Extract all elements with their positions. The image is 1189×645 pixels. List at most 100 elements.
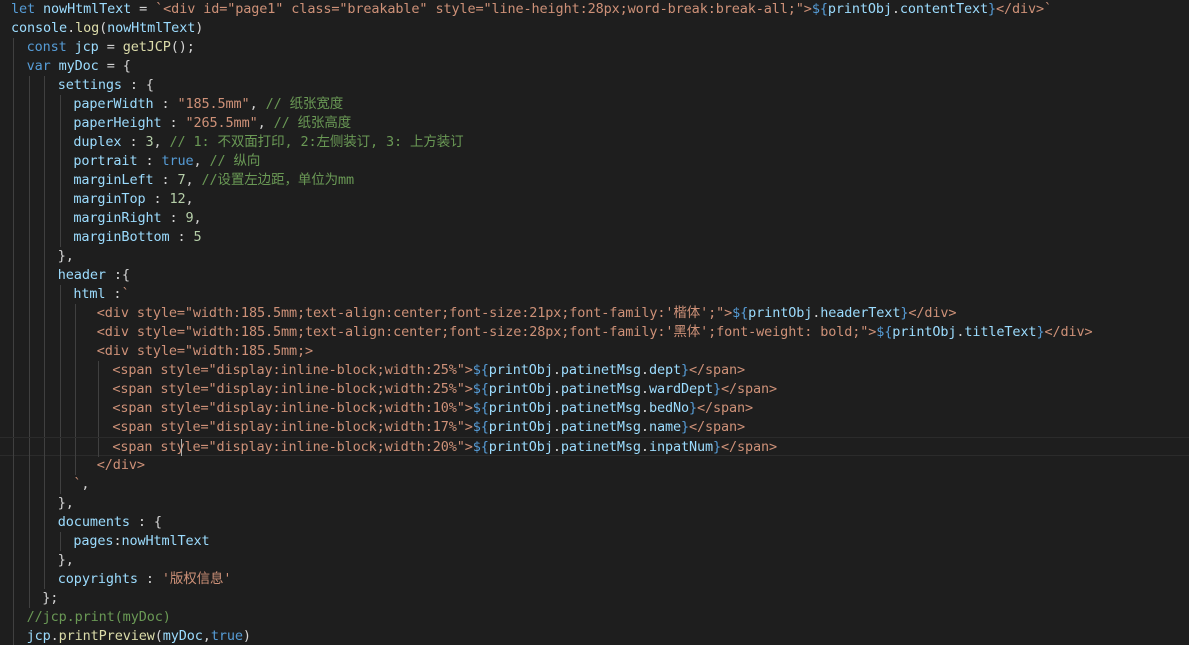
code-line[interactable]: }; bbox=[0, 589, 1189, 608]
code-text: marginBottom : 5 bbox=[73, 228, 201, 247]
code-token: var bbox=[26, 58, 51, 74]
code-text: header :{ bbox=[58, 266, 130, 285]
code-line[interactable]: duplex : 3, // 1: 不双面打印, 2:左侧装订, 3: 上方装订 bbox=[0, 133, 1189, 152]
code-line[interactable]: copyrights : '版权信息' bbox=[0, 570, 1189, 589]
code-line[interactable]: <div style="width:185.5mm;text-align:cen… bbox=[0, 304, 1189, 323]
code-token: // 纸张宽度 bbox=[265, 96, 344, 112]
code-line[interactable]: <div style="width:185.5mm;> bbox=[0, 342, 1189, 361]
code-token: jcp bbox=[26, 628, 51, 644]
indent-guide bbox=[44, 475, 46, 494]
indent-guide bbox=[13, 190, 14, 209]
code-token: paperWidth bbox=[73, 96, 154, 112]
indent-guide bbox=[44, 361, 46, 380]
indent-guide bbox=[44, 133, 46, 152]
code-line[interactable]: }, bbox=[0, 551, 1189, 570]
code-line[interactable]: paperHeight : "265.5mm", // 纸张高度 bbox=[0, 114, 1189, 133]
code-text: settings : { bbox=[58, 76, 154, 95]
indent-guide bbox=[59, 399, 61, 418]
code-text: html :` bbox=[73, 285, 129, 304]
code-line[interactable]: header :{ bbox=[0, 266, 1189, 285]
code-line[interactable]: }, bbox=[0, 247, 1189, 266]
code-token: </span> bbox=[721, 439, 778, 455]
code-token: // 1: 不双面打印, 2:左侧装订, 3: 上方装订 bbox=[169, 134, 464, 150]
code-token: . bbox=[552, 362, 561, 378]
indent-guide bbox=[98, 361, 99, 380]
code-token: header bbox=[57, 267, 106, 283]
indent-guide bbox=[59, 361, 61, 380]
code-line[interactable]: marginTop : 12, bbox=[0, 190, 1189, 209]
indent-guide bbox=[13, 228, 14, 247]
indent-guide bbox=[13, 399, 14, 418]
indent-guide bbox=[44, 399, 46, 418]
code-text: <span style="display:inline-block;width:… bbox=[112, 380, 777, 399]
code-line[interactable]: let nowHtmlText = `<div id="page1" class… bbox=[0, 0, 1189, 19]
code-token: <span style="display:inline-block;width:… bbox=[112, 381, 473, 397]
code-line[interactable]: <span style="display:inline-block;width:… bbox=[0, 418, 1189, 437]
indent-guide bbox=[28, 190, 30, 209]
code-token: headerText bbox=[820, 305, 901, 321]
indent-guide bbox=[44, 266, 46, 285]
code-line[interactable]: </div> bbox=[0, 456, 1189, 475]
code-token: ${ bbox=[472, 381, 489, 397]
code-line[interactable]: pages:nowHtmlText bbox=[0, 532, 1189, 551]
indent-guide bbox=[44, 418, 46, 437]
indent-guide bbox=[28, 551, 30, 570]
code-line[interactable]: const jcp = getJCP(); bbox=[0, 38, 1189, 57]
indent-guide bbox=[13, 418, 14, 437]
code-editor[interactable]: let nowHtmlText = `<div id="page1" class… bbox=[0, 0, 1189, 645]
code-line[interactable]: //jcp.print(myDoc) bbox=[0, 608, 1189, 627]
code-line[interactable]: portrait : true, // 纵向 bbox=[0, 152, 1189, 171]
indent-guide bbox=[44, 247, 46, 266]
code-token: = bbox=[131, 1, 156, 17]
code-token: ) bbox=[242, 628, 251, 644]
code-token: "185.5mm" bbox=[177, 96, 250, 112]
code-line[interactable]: marginLeft : 7, //设置左边距，单位为mm bbox=[0, 171, 1189, 190]
code-token: : bbox=[153, 172, 178, 188]
code-line[interactable]: <span style="display:inline-block;width:… bbox=[0, 399, 1189, 418]
code-line[interactable]: documents : { bbox=[0, 513, 1189, 532]
code-token: <div style="width:185.5mm;text-align:cen… bbox=[96, 324, 877, 340]
indent-guide bbox=[44, 228, 46, 247]
indent-guide bbox=[44, 438, 46, 457]
code-line[interactable]: <span style="display:inline-block;width:… bbox=[0, 380, 1189, 399]
code-line[interactable]: html :` bbox=[0, 285, 1189, 304]
code-line[interactable]: var myDoc = { bbox=[0, 57, 1189, 76]
code-text: paperHeight : "265.5mm", // 纸张高度 bbox=[73, 114, 351, 133]
code-line[interactable]: console.log(nowHtmlText) bbox=[0, 19, 1189, 38]
indent-guide bbox=[44, 342, 46, 361]
indent-guide bbox=[75, 323, 77, 342]
code-line[interactable]: jcp.printPreview(myDoc,true) bbox=[0, 627, 1189, 645]
indent-guide bbox=[28, 589, 30, 608]
code-token: ` bbox=[121, 286, 130, 302]
code-text: //jcp.print(myDoc) bbox=[27, 608, 171, 627]
code-line[interactable]: settings : { bbox=[0, 76, 1189, 95]
code-token: <div style="width:185.5mm;> bbox=[96, 343, 314, 359]
code-token: printPreview bbox=[58, 628, 155, 644]
code-line[interactable]: }, bbox=[0, 494, 1189, 513]
code-token: , bbox=[202, 628, 211, 644]
code-line[interactable]: <span style="display:inline-block;width:… bbox=[0, 361, 1189, 380]
code-token: , bbox=[153, 134, 170, 150]
code-line[interactable]: <div style="width:185.5mm;text-align:cen… bbox=[0, 323, 1189, 342]
code-token: = bbox=[98, 39, 123, 55]
code-token: nowHtmlText bbox=[43, 1, 132, 17]
code-token: </div> bbox=[908, 305, 957, 321]
code-line[interactable]: `, bbox=[0, 475, 1189, 494]
code-token: // 纸张高度 bbox=[273, 115, 352, 131]
indent-guide bbox=[28, 399, 30, 418]
code-token: ( bbox=[99, 20, 108, 36]
code-line[interactable]: marginRight : 9, bbox=[0, 209, 1189, 228]
indent-guide bbox=[59, 380, 61, 399]
indent-guide bbox=[13, 589, 14, 608]
code-line[interactable]: <span style="display:inline-block;width:… bbox=[0, 437, 1189, 457]
code-token: . bbox=[552, 439, 561, 455]
code-line[interactable]: marginBottom : 5 bbox=[0, 228, 1189, 247]
indent-guide bbox=[28, 494, 30, 513]
indent-guide bbox=[28, 456, 30, 475]
code-line[interactable]: paperWidth : "185.5mm", // 纸张宽度 bbox=[0, 95, 1189, 114]
indent-guide bbox=[59, 532, 61, 551]
indent-guide bbox=[59, 133, 61, 152]
code-token: ${ bbox=[876, 324, 893, 340]
indent-guide bbox=[59, 95, 61, 114]
